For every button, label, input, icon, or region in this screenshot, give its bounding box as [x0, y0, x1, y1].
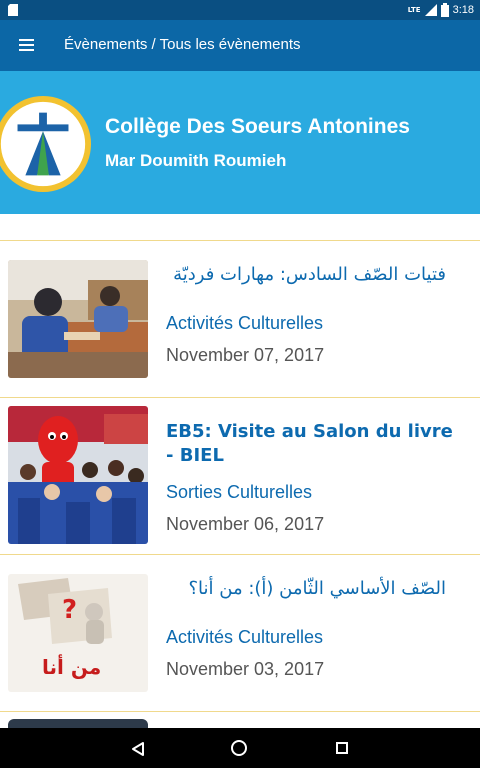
event-category: Activités Culturelles — [166, 627, 324, 647]
banner-subtitle: Mar Doumith Roumieh — [105, 151, 287, 170]
thumbnail-caption: من أنا — [42, 653, 101, 679]
event-thumbnail — [8, 406, 148, 544]
event-title: EB5: Visite au Salon du livre - BIEL — [166, 421, 453, 466]
sd-card-icon — [8, 4, 18, 16]
event-category: Sorties Culturelles — [166, 482, 313, 502]
event-list: فتيات الصّف السادس: مهارات فرديّة Activi… — [0, 241, 480, 712]
network-type: LTE — [407, 5, 421, 14]
event-item[interactable]: EB5: Visite au Salon du livre - BIEL Sor… — [0, 398, 480, 555]
page-title: Évènements / Tous les évènements — [64, 36, 301, 53]
signal-icon — [424, 4, 437, 16]
event-item[interactable]: فتيات الصّف السادس: مهارات فرديّة Activi… — [0, 241, 480, 398]
event-item[interactable]: ? من أنا الصّف الأساسي الثّامن (أ): من أ… — [0, 555, 480, 712]
recent-apps-icon[interactable] — [336, 742, 348, 754]
event-title: فتيات الصّف السادس: مهارات فرديّة — [173, 264, 446, 285]
status-icons: LTE 3:18 — [408, 2, 474, 18]
school-banner: Collège Des Soeurs Antonines Mar Doumith… — [0, 71, 480, 214]
banner-title: Collège Des Soeurs Antonines — [105, 115, 410, 138]
back-icon[interactable] — [130, 741, 146, 757]
svg-text:?: ? — [62, 595, 77, 625]
battery-icon — [440, 3, 449, 17]
home-icon[interactable] — [231, 740, 247, 756]
event-thumbnail — [8, 260, 148, 378]
event-category: Activités Culturelles — [166, 313, 324, 333]
hamburger-menu-icon[interactable] — [14, 33, 42, 57]
app-bar: Évènements / Tous les évènements — [0, 20, 480, 71]
clock: 3:18 — [452, 4, 474, 16]
event-date: November 03, 2017 — [166, 659, 325, 679]
event-thumbnail: ? من أنا — [8, 574, 148, 692]
event-date: November 07, 2017 — [166, 345, 325, 365]
system-nav-bar — [0, 728, 480, 768]
school-logo — [0, 95, 92, 193]
status-bar: LTE 3:18 — [0, 0, 480, 20]
event-title: الصّف الأساسي الثّامن (أ): من أنا؟ — [188, 578, 446, 599]
event-date: November 06, 2017 — [166, 514, 325, 534]
